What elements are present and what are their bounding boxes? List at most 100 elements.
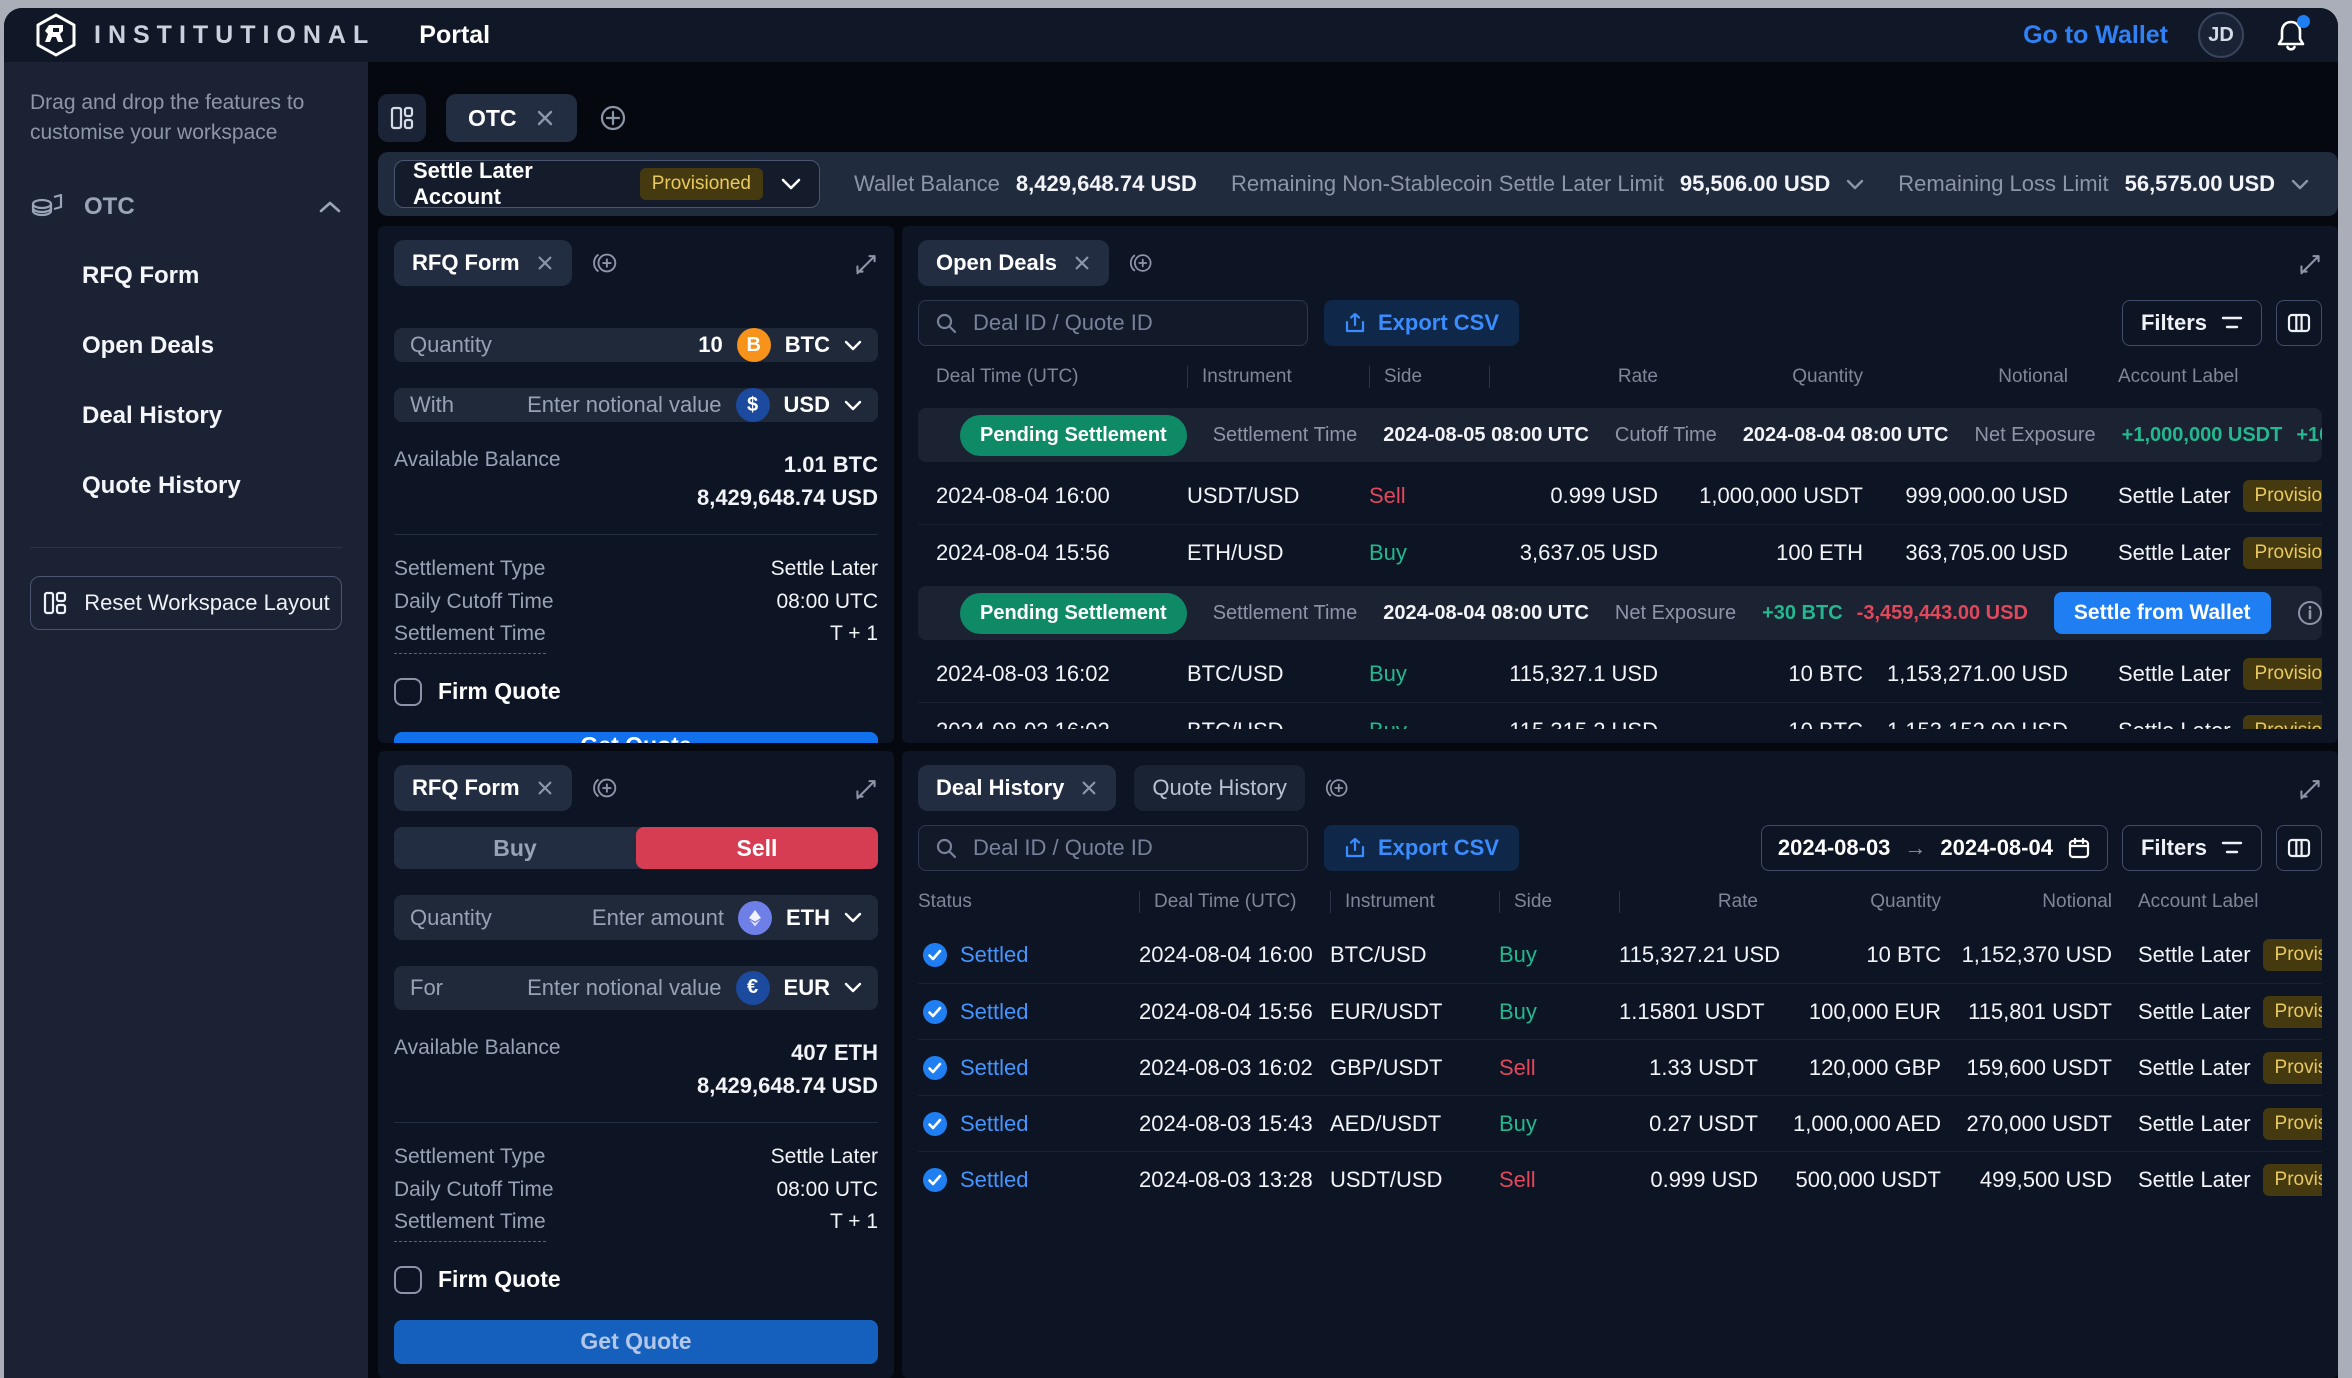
workspace-switcher-button[interactable] [378,94,426,142]
deal-time-cell: 2024-08-04 16:00 [1139,942,1330,968]
avatar[interactable]: JD [2198,12,2244,58]
quote-history-tab[interactable]: Quote History [1134,765,1305,811]
get-quote-button[interactable]: Get Quote [394,732,878,743]
expand-icon[interactable] [854,251,878,275]
firm-quote-checkbox[interactable] [394,1266,422,1294]
workspace-tab-otc[interactable]: OTC [446,94,577,142]
pending-settlement-badge: Pending Settlement [960,415,1187,456]
chevron-down-icon[interactable] [844,982,862,993]
add-panel-icon[interactable] [590,248,620,278]
sidebar-item-quote-history[interactable]: Quote History [30,451,342,521]
side-cell: Buy [1369,718,1489,730]
account-label: Settle Later [2138,1055,2251,1081]
column-header: Instrument [1330,891,1499,913]
settle-from-wallet-button[interactable]: Settle from Wallet [2054,592,2271,634]
account-selector[interactable]: Settle Later Account Provisioned [394,160,820,208]
add-panel-icon[interactable] [590,773,620,803]
notifications-bell-icon[interactable] [2274,17,2308,53]
sidebar-group-otc[interactable]: OTC [30,191,342,223]
buy-button[interactable]: Buy [394,827,636,869]
firm-quote-checkbox[interactable] [394,678,422,706]
add-workspace-icon[interactable] [597,102,629,134]
add-panel-icon[interactable] [1127,249,1155,277]
chevron-down-icon[interactable] [844,400,862,411]
cutoff-time-value: 2024-08-04 08:00 UTC [1743,424,1949,447]
deal-time-cell: 2024-08-03 16:02 [918,661,1187,687]
settled-check-icon [922,1167,948,1193]
settlement-time-label: Settlement Time [394,618,546,654]
panel-tab-label: Deal History [936,775,1064,801]
sell-button[interactable]: Sell [636,827,878,869]
close-icon[interactable] [536,779,554,797]
column-header: Account Label [2112,891,2322,913]
nonstablecoin-limit-metric[interactable]: Remaining Non-Stablecoin Settle Later Li… [1231,171,1864,197]
get-quote-button[interactable]: Get Quote [394,1320,878,1364]
close-icon[interactable] [535,108,555,128]
notional-label: With [410,392,454,418]
date-from: 2024-08-03 [1778,835,1891,861]
quantity-cell: 10 BTC [1758,942,1941,968]
notional-cell: 270,000 USDT [1941,1111,2112,1137]
notification-dot [2297,15,2310,28]
account-label-cell: Settle Later Provisioned [2068,658,2322,690]
close-icon[interactable] [1080,779,1098,797]
expand-icon[interactable] [854,776,878,800]
close-icon[interactable] [536,254,554,272]
top-bar: INSTITUTIONAL Portal Go to Wallet JD [4,8,2338,62]
panel-tab-label: RFQ Form [412,775,520,801]
workspace-tab-bar: OTC [378,94,2338,142]
settlement-time-value: 2024-08-04 08:00 UTC [1383,602,1589,625]
available-balance-label: Available Balance [394,1036,561,1102]
add-panel-icon[interactable] [1323,774,1351,802]
settlement-time-value: T + 1 [830,618,878,654]
rfq-sell-panel-tab[interactable]: RFQ Form [394,765,572,811]
cutoff-time-value: 08:00 UTC [776,1174,878,1207]
filters-button[interactable]: Filters [2122,300,2262,346]
deal-search-input[interactable] [971,309,1291,337]
rfq-form-sell-panel: RFQ Form [378,751,894,1378]
expand-icon[interactable] [2298,251,2322,275]
divider [394,534,878,535]
go-to-wallet-link[interactable]: Go to Wallet [2023,21,2168,50]
filters-button[interactable]: Filters [2122,825,2262,871]
columns-button[interactable] [2276,300,2322,346]
sidebar-item-rfq-form[interactable]: RFQ Form [30,241,342,311]
columns-button[interactable] [2276,825,2322,871]
close-icon[interactable] [1073,254,1091,272]
rate-cell: 0.999 USD [1489,483,1658,509]
quantity-cell: 1,000,000 USDT [1658,483,1863,509]
instrument-cell: BTC/USD [1187,661,1369,687]
sidebar-item-open-deals[interactable]: Open Deals [30,311,342,381]
chevron-down-icon[interactable] [844,912,862,923]
loss-limit-metric[interactable]: Remaining Loss Limit 56,575.00 USD [1898,171,2309,197]
expand-icon[interactable] [2298,776,2322,800]
deal-search-input[interactable] [971,834,1291,862]
quantity-field[interactable]: Quantity 10 B BTC [394,328,878,362]
date-range-picker[interactable]: 2024-08-03 → 2024-08-04 [1761,825,2108,871]
side-cell: Sell [1369,483,1489,509]
chevron-down-icon[interactable] [844,340,862,351]
settlement-type-label: Settlement Type [394,553,545,586]
deal-history-tab[interactable]: Deal History [918,765,1116,811]
balance-usd: 8,429,648.74 USD [697,1069,878,1102]
chevron-down-icon [1846,179,1864,190]
notional-field[interactable]: With Enter notional value $ USD [394,388,878,422]
open-deals-panel-tab[interactable]: Open Deals [918,240,1109,286]
notional-placeholder: Enter notional value [527,392,721,418]
column-header: Deal Time (UTC) [918,366,1187,388]
notional-field[interactable]: For Enter notional value € EUR [394,966,878,1010]
quantity-cell: 10 BTC [1658,661,1863,687]
sidebar-item-deal-history[interactable]: Deal History [30,381,342,451]
open-deals-header-row: Deal Time (UTC) Instrument Side Rate Qua… [918,366,2322,402]
otc-coins-icon [30,191,64,223]
sidebar-divider [30,547,342,548]
panel-tab-label: RFQ Form [412,250,520,276]
export-csv-button[interactable]: Export CSV [1324,300,1519,346]
rfq-buy-panel-tab[interactable]: RFQ Form [394,240,572,286]
rate-cell: 3,637.05 USD [1489,540,1658,566]
rate-cell: 0.27 USDT [1619,1111,1758,1137]
quantity-field[interactable]: Quantity Enter amount ETH [394,895,878,939]
info-icon[interactable] [2297,600,2323,626]
reset-workspace-button[interactable]: Reset Workspace Layout [30,576,342,630]
export-csv-button[interactable]: Export CSV [1324,825,1519,871]
